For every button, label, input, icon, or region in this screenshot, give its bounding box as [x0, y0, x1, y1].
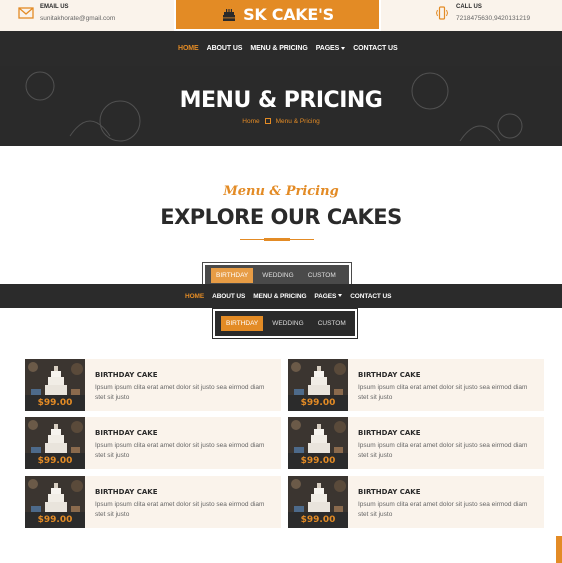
price-tag: $99.00 — [288, 453, 348, 469]
nav-item-contact[interactable]: CONTACT US — [349, 45, 401, 52]
item-name: BIRTHDAY CAKE — [95, 488, 158, 496]
price-tag: $99.00 — [25, 395, 85, 411]
price-tag: $99.00 — [25, 512, 85, 528]
section-subtitle: Menu & Pricing — [223, 184, 339, 199]
breadcrumb-current: Menu & Pricing — [275, 118, 320, 125]
page: EMAIL US sunitakhorate@gmail.com SK CAKE… — [0, 0, 562, 563]
page-header: MENU & PRICING Home Menu & Pricing — [0, 66, 562, 146]
breadcrumb-separator-icon — [264, 118, 271, 125]
sticky-nav-menu: HOME ABOUT US MENU & PRICING PAGES CONTA… — [181, 284, 395, 308]
breadcrumb-home[interactable]: Home — [242, 118, 259, 125]
price-tag: $99.00 — [25, 453, 85, 469]
email-label: EMAIL US — [40, 4, 69, 10]
price-tag: $99.00 — [288, 512, 348, 528]
top-bar: EMAIL US sunitakhorate@gmail.com SK CAKE… — [0, 0, 562, 31]
item-description: Ipsum ipsum clita erat amet dolor sit ju… — [358, 384, 528, 401]
item-description: Ipsum ipsum clita erat amet dolor sit ju… — [95, 501, 265, 518]
brand-name: SK CAKE'S — [243, 5, 334, 24]
sticky-nav: HOME ABOUT US MENU & PRICING PAGES CONTA… — [0, 284, 562, 308]
email-value[interactable]: sunitakhorate@gmail.com — [40, 14, 115, 24]
birthday-cake-icon — [223, 8, 236, 21]
menu-item-card[interactable]: $99.00 BIRTHDAY CAKE Ipsum ipsum clita era… — [25, 359, 281, 411]
title-divider — [240, 238, 314, 241]
price-tag: $99.00 — [288, 395, 348, 411]
item-name: BIRTHDAY CAKE — [95, 429, 158, 437]
page-title: MENU & PRICING — [179, 88, 383, 113]
divider-accent — [264, 238, 290, 241]
main-nav: HOME ABOUT US MENU & PRICING PAGES CONTA… — [0, 31, 562, 66]
sticky-nav-item-menu-pricing[interactable]: MENU & PRICING — [249, 293, 310, 300]
chevron-down-icon — [338, 294, 343, 298]
nav-item-menu-pricing[interactable]: MENU & PRICING — [246, 45, 311, 52]
phone-vibrate-icon — [435, 6, 449, 20]
sticky-nav-item-contact[interactable]: CONTACT US — [346, 293, 395, 300]
sticky-nav-item-home[interactable]: HOME — [181, 293, 208, 300]
envelope-icon — [18, 7, 34, 19]
call-value[interactable]: 7218475630,9420131219 — [456, 14, 530, 24]
filter-tabs: BIRTHDAY WEDDING CUSTOM — [212, 308, 358, 339]
nav-item-about[interactable]: ABOUT US — [203, 45, 247, 52]
item-description: Ipsum ipsum clita erat amet dolor sit ju… — [358, 501, 528, 518]
tab-wedding[interactable]: WEDDING — [267, 316, 308, 331]
item-name: BIRTHDAY CAKE — [358, 488, 421, 496]
menu-item-card[interactable]: $99.00 BIRTHDAY CAKE Ipsum ipsum clita era… — [25, 476, 281, 528]
tab-birthday[interactable]: BIRTHDAY — [221, 316, 264, 331]
breadcrumb: Home Menu & Pricing — [0, 118, 562, 125]
sticky-nav-item-pages[interactable]: PAGES — [310, 293, 346, 300]
item-description: Ipsum ipsum clita erat amet dolor sit ju… — [95, 442, 265, 459]
sticky-nav-item-pages-label: PAGES — [314, 292, 337, 300]
nav-menu: HOME ABOUT US MENU & PRICING PAGES CONTA… — [174, 31, 402, 66]
item-name: BIRTHDAY CAKE — [95, 371, 158, 379]
item-name: BIRTHDAY CAKE — [358, 371, 421, 379]
tab-custom-ghost: CUSTOM — [307, 271, 336, 279]
brand-logo[interactable]: SK CAKE'S — [174, 0, 381, 31]
nav-item-home[interactable]: HOME — [174, 45, 203, 52]
menu-item-card[interactable]: $99.00 BIRTHDAY CAKE Ipsum ipsum clita era… — [25, 417, 281, 469]
chevron-down-icon — [341, 46, 346, 50]
scroll-to-top-button[interactable] — [556, 536, 562, 563]
email-contact[interactable]: EMAIL US sunitakhorate@gmail.com — [18, 3, 115, 24]
nav-item-pages[interactable]: PAGES — [312, 45, 350, 52]
item-name: BIRTHDAY CAKE — [358, 429, 421, 437]
tab-birthday-ghost: BIRTHDAY — [211, 267, 254, 283]
menu-item-card[interactable]: $99.00 BIRTHDAY CAKE Ipsum ipsum clita era… — [288, 359, 544, 411]
menu-item-card[interactable]: $99.00 BIRTHDAY CAKE Ipsum ipsum clita era… — [288, 417, 544, 469]
item-description: Ipsum ipsum clita erat amet dolor sit ju… — [358, 442, 528, 459]
sticky-nav-item-about[interactable]: ABOUT US — [208, 293, 249, 300]
call-label: CALL US — [456, 4, 482, 10]
tab-wedding-ghost: WEDDING — [262, 271, 294, 279]
nav-item-pages-label: PAGES — [315, 45, 340, 52]
menu-item-card[interactable]: $99.00 BIRTHDAY CAKE Ipsum ipsum clita era… — [288, 476, 544, 528]
item-description: Ipsum ipsum clita erat amet dolor sit ju… — [95, 384, 265, 401]
section-title: EXPLORE OUR CAKES — [160, 205, 402, 229]
call-contact[interactable]: CALL US 7218475630,9420131219 — [434, 3, 530, 24]
tab-custom[interactable]: CUSTOM — [313, 316, 351, 331]
